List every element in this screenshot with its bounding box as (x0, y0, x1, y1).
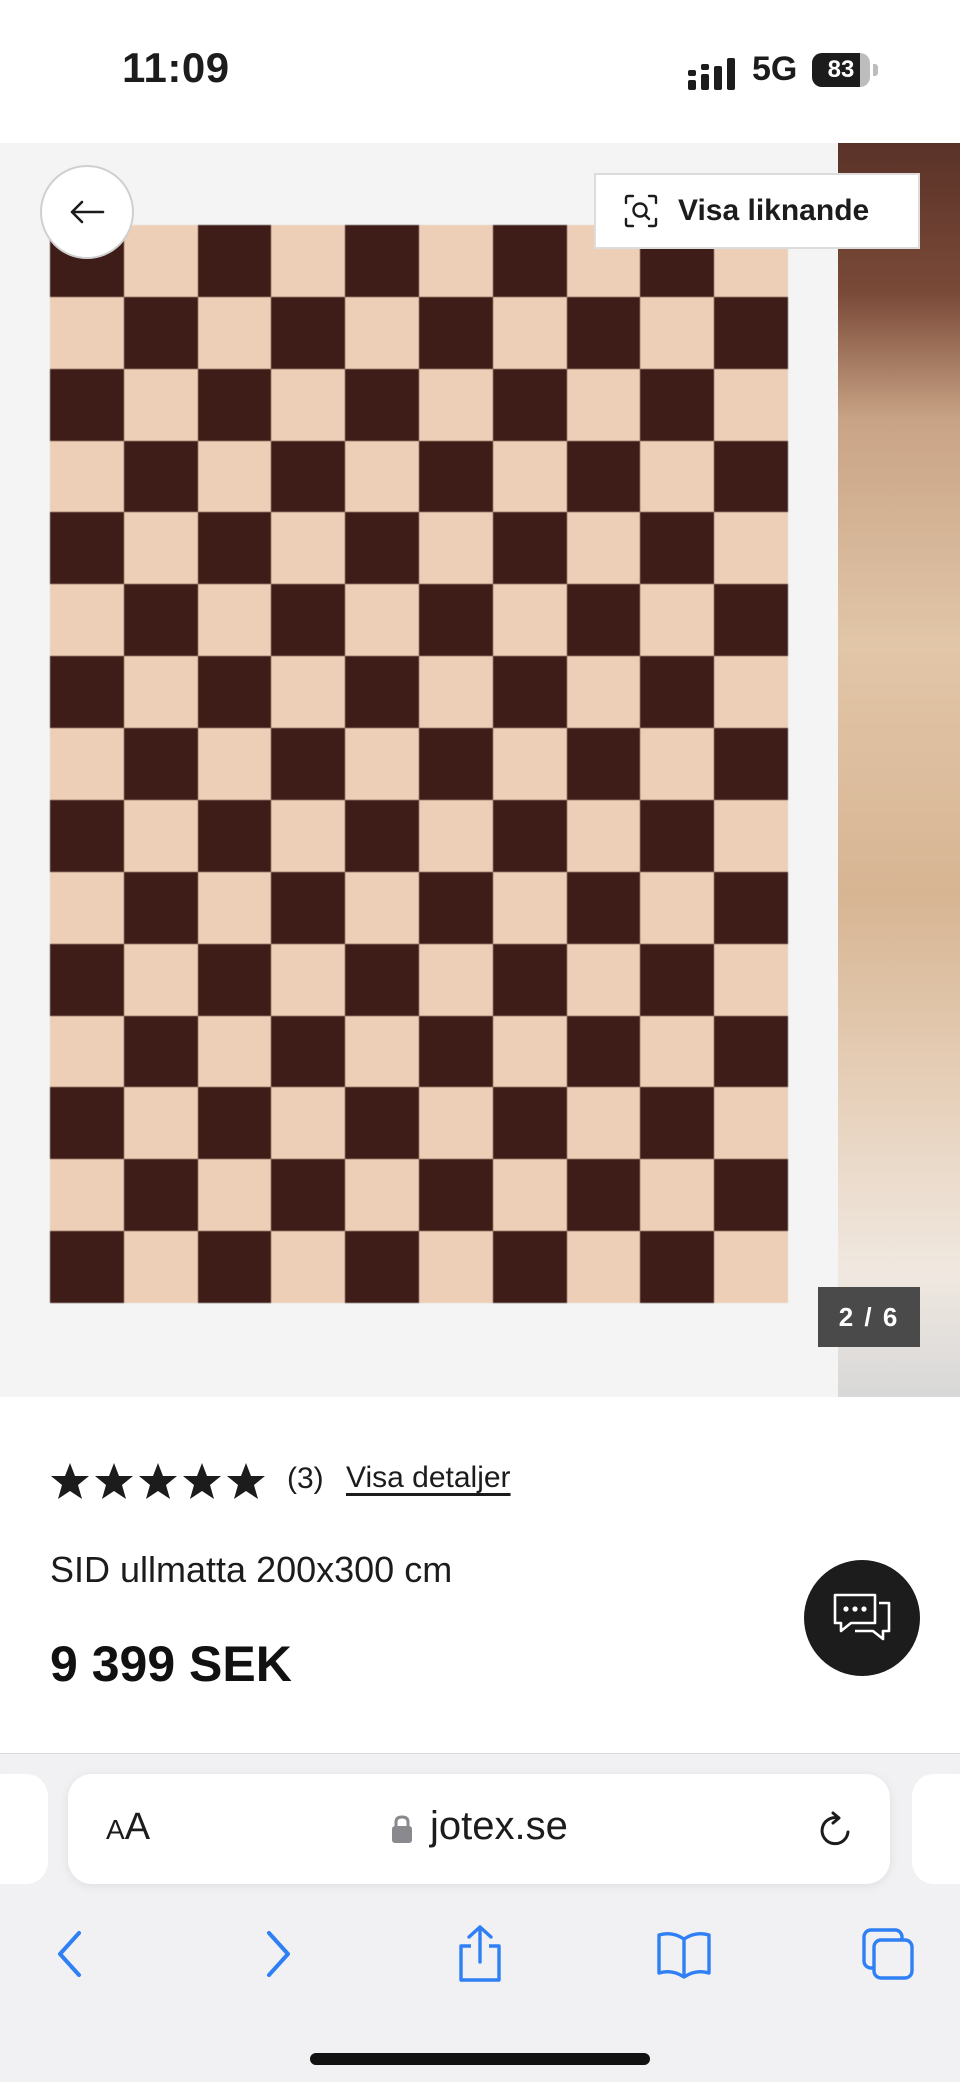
address-bar[interactable]: AA jotex.se (68, 1774, 890, 1884)
reader-settings-button[interactable]: AA (106, 1806, 150, 1849)
status-bar: 11:09 5G 83 (0, 0, 960, 143)
star-icon (51, 1463, 89, 1499)
share-button[interactable] (450, 1924, 510, 1984)
arrow-left-icon (70, 200, 105, 224)
signal-icon (688, 58, 735, 90)
review-count: (3) (287, 1462, 324, 1495)
chat-icon (833, 1593, 891, 1641)
browser-nav-row (0, 1914, 960, 2004)
star-icon (227, 1463, 265, 1499)
product-image-gallery[interactable]: Visa liknande 2 / 6 (0, 143, 960, 1397)
network-type: 5G (752, 50, 798, 88)
next-image-preview[interactable] (838, 143, 960, 1397)
forward-nav-button[interactable] (248, 1924, 308, 1984)
chevron-right-icon (267, 1931, 290, 1977)
show-similar-button[interactable]: Visa liknande (594, 173, 920, 249)
product-price: 9 399 SEK (50, 1636, 292, 1692)
product-image[interactable] (50, 225, 788, 1303)
star-icon (139, 1463, 177, 1499)
image-counter: 2 / 6 (818, 1287, 920, 1347)
tabs-icon (862, 1928, 914, 1980)
back-button[interactable] (40, 165, 134, 259)
show-details-link[interactable]: Visa detaljer (346, 1461, 511, 1495)
battery-icon: 83 (812, 53, 880, 87)
visual-search-icon (624, 194, 658, 228)
reload-icon[interactable] (816, 1810, 856, 1850)
product-title: SID ullmatta 200x300 cm (50, 1549, 453, 1590)
battery-level: 83 (827, 56, 855, 83)
share-icon (459, 1925, 501, 1982)
back-nav-button[interactable] (40, 1924, 100, 1984)
lock-icon (392, 1815, 412, 1843)
tabs-button[interactable] (858, 1924, 918, 1984)
browser-toolbar: AA jotex.se (0, 1753, 960, 2082)
book-icon (657, 1931, 711, 1979)
chat-button[interactable] (804, 1560, 920, 1676)
home-indicator[interactable] (310, 2053, 650, 2065)
next-tab-preview[interactable] (912, 1774, 960, 1884)
bookmarks-button[interactable] (654, 1924, 714, 1984)
url-text[interactable]: jotex.se (430, 1804, 568, 1849)
chevron-left-icon (58, 1931, 81, 1977)
rating-stars (50, 1461, 266, 1501)
show-similar-label: Visa liknande (678, 194, 870, 227)
star-icon (95, 1463, 133, 1499)
star-icon (183, 1463, 221, 1499)
previous-tab-preview[interactable] (0, 1774, 48, 1884)
clock: 11:09 (122, 44, 230, 91)
